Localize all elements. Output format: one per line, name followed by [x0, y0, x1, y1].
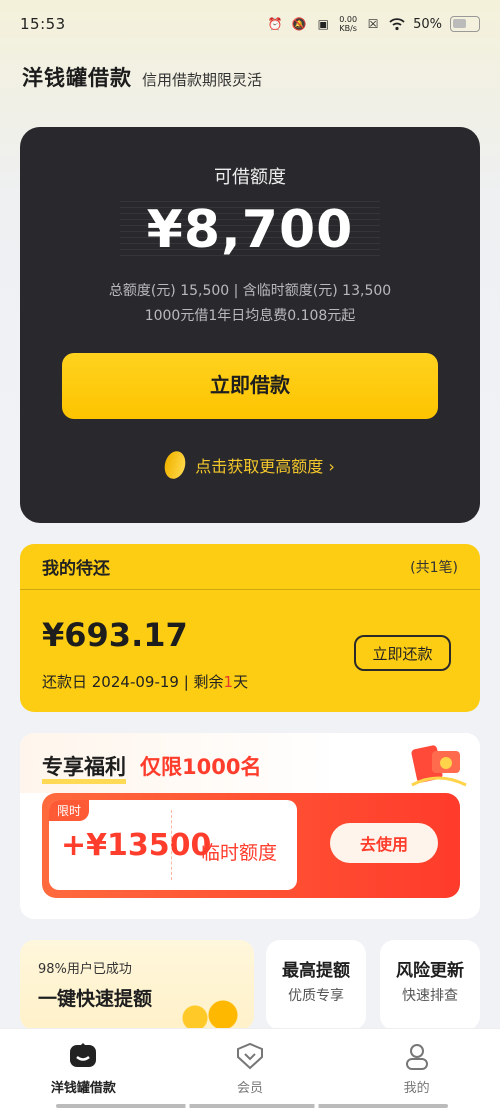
repay-date: 还款日 2024-09-19 | 剩余1天 [42, 671, 248, 692]
promo-risk-update-sub: 快速排查 [402, 988, 458, 1004]
benefit-title-text: 专享福利 [42, 755, 126, 784]
tab-home-label: 洋钱罐借款 [50, 1081, 116, 1096]
repay-count: (共1笔) [410, 559, 458, 576]
credit-detail: 总额度(元) 15,500 | 含临时额度(元) 13,500 [108, 283, 392, 299]
battery-text: 50% [413, 16, 442, 32]
promo-max-raise-sub: 优质专享 [288, 988, 344, 1004]
tab-member[interactable]: 会员 [167, 1029, 334, 1111]
benefit-limited: 仅限1000名 [140, 755, 262, 779]
coin-icon [161, 448, 189, 482]
coupon-divider [171, 810, 172, 880]
repay-date-suffix: 天 [233, 673, 249, 691]
repay-title: 我的待还 [42, 559, 110, 579]
app-header: 洋钱罐借款 信用借款期限灵活 [22, 62, 262, 92]
profile-icon [405, 1044, 428, 1070]
tab-profile[interactable]: 我的 [333, 1029, 500, 1111]
credit-card: 可借额度 ¥8,700 总额度(元) 15,500 | 含临时额度(元) 13,… [20, 127, 480, 523]
promo-risk-update[interactable]: 风险更新 快速排查 [380, 940, 480, 1030]
repay-days: 1 [223, 673, 234, 691]
gesture-bar [56, 1104, 448, 1108]
app-slogan: 信用借款期限灵活 [142, 71, 263, 89]
promo-max-raise[interactable]: 最高提额 优质专享 [266, 940, 366, 1030]
credit-rate: 1000元借1年日均息费0.108元起 [144, 308, 356, 324]
wifi-icon [389, 18, 405, 31]
tab-member-label: 会员 [237, 1081, 264, 1096]
sim-icon: ▣ [317, 17, 329, 31]
coupon-value: +¥13500 [61, 828, 212, 863]
net-speed: 0.00 KB/s [339, 15, 357, 33]
benefit-card: 专享福利 仅限1000名 限时 +¥13500 临时额度 去使用 [20, 733, 480, 919]
app-title: 洋钱罐借款 [22, 66, 132, 90]
tab-home[interactable]: 洋钱罐借款 [0, 1029, 167, 1111]
repay-amount: ¥693.17 [42, 616, 188, 654]
repay-card[interactable]: 我的待还 (共1笔) ¥693.17 还款日 2024-09-19 | 剩余1天… [20, 544, 480, 712]
status-icons: ⏰ 🔕 ▣ 0.00 KB/s ☒ 50% [267, 15, 480, 33]
credit-amount-area: ¥8,700 [120, 195, 380, 265]
coupon[interactable]: 限时 +¥13500 临时额度 去使用 [42, 793, 460, 898]
mute-icon: 🔕 [291, 17, 307, 31]
promo-quick-raise-sub: 98%用户已成功 [38, 962, 132, 977]
repay-date-prefix: 还款日 2024-09-19 | 剩余 [42, 673, 224, 691]
coupon-body: 限时 +¥13500 临时额度 [49, 800, 297, 890]
use-coupon-button[interactable]: 去使用 [330, 823, 438, 863]
status-bar: 15:53 ⏰ 🔕 ▣ 0.00 KB/s ☒ 50% [0, 0, 500, 48]
promo-risk-update-title: 风险更新 [396, 961, 464, 981]
more-limit-label: 点击获取更高额度 › [195, 457, 335, 476]
battery-icon [450, 16, 480, 32]
no-sim-icon: ☒ [367, 17, 379, 31]
net-speed-value: 0.00 [339, 15, 358, 24]
repay-header: 我的待还 (共1笔) [20, 544, 480, 590]
tab-profile-label: 我的 [403, 1081, 430, 1096]
promo-quick-raise[interactable]: 98%用户已成功 一键快速提额 [20, 940, 254, 1030]
more-limit-link[interactable]: 点击获取更高额度 › [20, 448, 480, 482]
status-time: 15:53 [20, 15, 66, 33]
promo-max-raise-title: 最高提额 [282, 961, 350, 981]
benefit-title: 专享福利 [42, 751, 126, 784]
credit-amount: ¥8,700 [146, 200, 354, 260]
net-speed-unit: KB/s [339, 24, 357, 33]
coins-icon [174, 1000, 244, 1030]
tab-bar: 洋钱罐借款 会员 我的 [0, 1028, 500, 1111]
home-icon [70, 1043, 97, 1067]
promo-row: 98%用户已成功 一键快速提额 最高提额 优质专享 风险更新 快速排查 [20, 940, 480, 1030]
alarm-icon: ⏰ [267, 17, 283, 31]
member-icon [237, 1042, 263, 1070]
red-envelope-icon [411, 745, 467, 787]
borrow-button[interactable]: 立即借款 [62, 353, 438, 419]
promo-quick-raise-title: 一键快速提额 [38, 988, 153, 1010]
coupon-label: 临时额度 [201, 842, 278, 864]
coupon-tag: 限时 [49, 800, 90, 821]
repay-button[interactable]: 立即还款 [354, 635, 451, 671]
credit-label: 可借额度 [214, 167, 286, 188]
